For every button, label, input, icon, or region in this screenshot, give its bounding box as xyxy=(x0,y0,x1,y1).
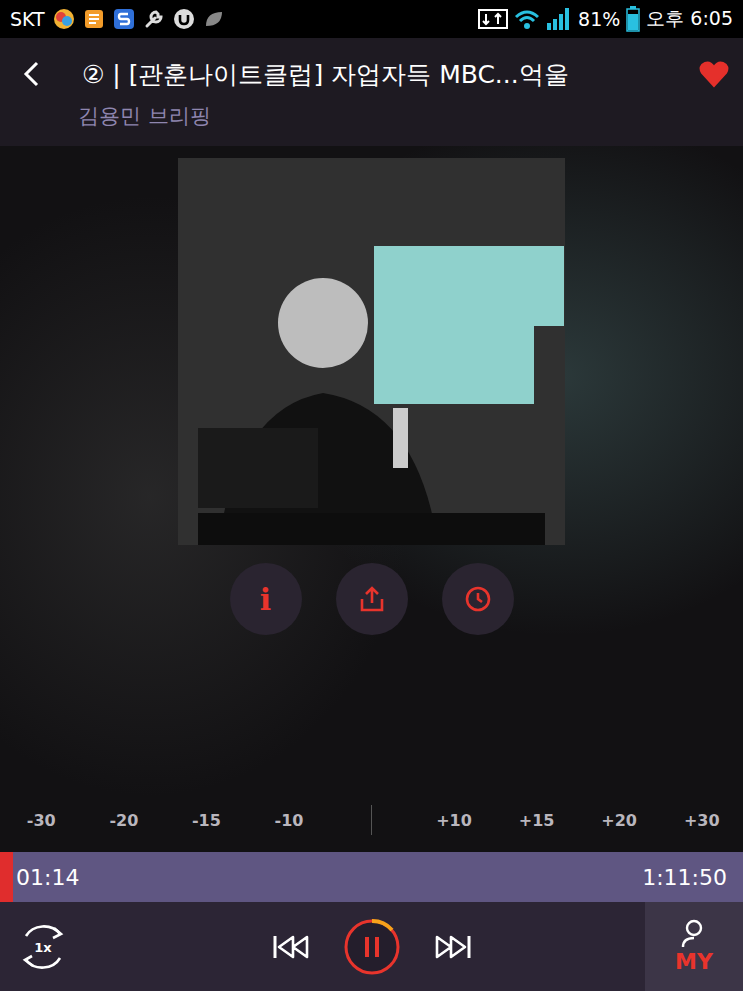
notes-icon xyxy=(83,8,105,30)
s-app-icon xyxy=(113,8,135,30)
back-arrow-icon[interactable] xyxy=(20,59,44,89)
status-left: SKT xyxy=(10,8,470,30)
carrier: SKT xyxy=(10,8,45,30)
skip-button[interactable]: +20 xyxy=(578,811,661,830)
my-label[interactable]: MY xyxy=(675,949,713,974)
header: ② | [관훈나이트클럽] 자업자득 MBC...억울김용민 브리핑 xyxy=(0,38,743,146)
title-row: ② | [관훈나이트클럽] 자업자득 MBC...억울 xyxy=(20,46,729,102)
status-bar: SKT 81% 오후 6:05 xyxy=(0,0,743,38)
timer-button[interactable] xyxy=(442,563,514,635)
heart-icon[interactable] xyxy=(699,60,729,88)
battery-icon xyxy=(626,6,640,32)
info-button[interactable]: i xyxy=(230,563,302,635)
clock: 오후 6:05 xyxy=(646,6,733,32)
skip-button[interactable]: -20 xyxy=(83,811,166,830)
episode-title: ② | [관훈나이트클럽] 자업자득 MBC...억울 xyxy=(82,58,685,91)
data-icon xyxy=(478,8,508,30)
speed-button[interactable]: 1x xyxy=(14,920,72,974)
battery-percent: 81% xyxy=(578,8,620,30)
progress-bar[interactable]: 01:14 1:11:50 xyxy=(0,852,743,902)
control-bar: 1x MY xyxy=(0,902,743,991)
playback-controls xyxy=(173,918,473,976)
fast-forward-icon[interactable] xyxy=(433,932,473,962)
signal-icon xyxy=(546,7,572,31)
share-button[interactable] xyxy=(336,563,408,635)
wifi-icon xyxy=(514,8,540,30)
app-circle-icon xyxy=(53,8,75,30)
elapsed-time: 01:14 xyxy=(16,865,79,890)
status-right: 81% 오후 6:05 xyxy=(478,6,733,32)
wrench-icon xyxy=(143,8,165,30)
podcast-name[interactable]: 김용민 브리핑 xyxy=(20,102,729,136)
skip-button[interactable]: -15 xyxy=(165,811,248,830)
share-icon[interactable] xyxy=(358,585,386,613)
skip-divider xyxy=(371,805,372,835)
speed-label[interactable]: 1x xyxy=(34,940,51,955)
skip-button[interactable]: +30 xyxy=(660,811,743,830)
main-controls: 1x xyxy=(0,902,645,991)
info-label[interactable]: i xyxy=(260,582,271,617)
torrent-icon xyxy=(173,8,195,30)
action-row: i xyxy=(230,563,514,635)
skip-button[interactable]: -30 xyxy=(0,811,83,830)
clock-icon[interactable] xyxy=(464,585,492,613)
skip-button[interactable]: -10 xyxy=(248,811,331,830)
rewind-icon[interactable] xyxy=(271,932,311,962)
art-area: i -30-20-15-10 +10+15+20+30 xyxy=(0,146,743,852)
cover-art xyxy=(178,158,565,545)
progress-fill xyxy=(0,852,13,902)
leaf-icon xyxy=(203,8,225,30)
person-icon[interactable] xyxy=(677,919,711,949)
duration: 1:11:50 xyxy=(642,865,727,890)
pause-icon[interactable] xyxy=(343,918,401,976)
skip-row: -30-20-15-10 +10+15+20+30 xyxy=(0,800,743,852)
skip-button[interactable]: +15 xyxy=(495,811,578,830)
my-button[interactable]: MY xyxy=(645,902,743,991)
skip-button[interactable]: +10 xyxy=(413,811,496,830)
